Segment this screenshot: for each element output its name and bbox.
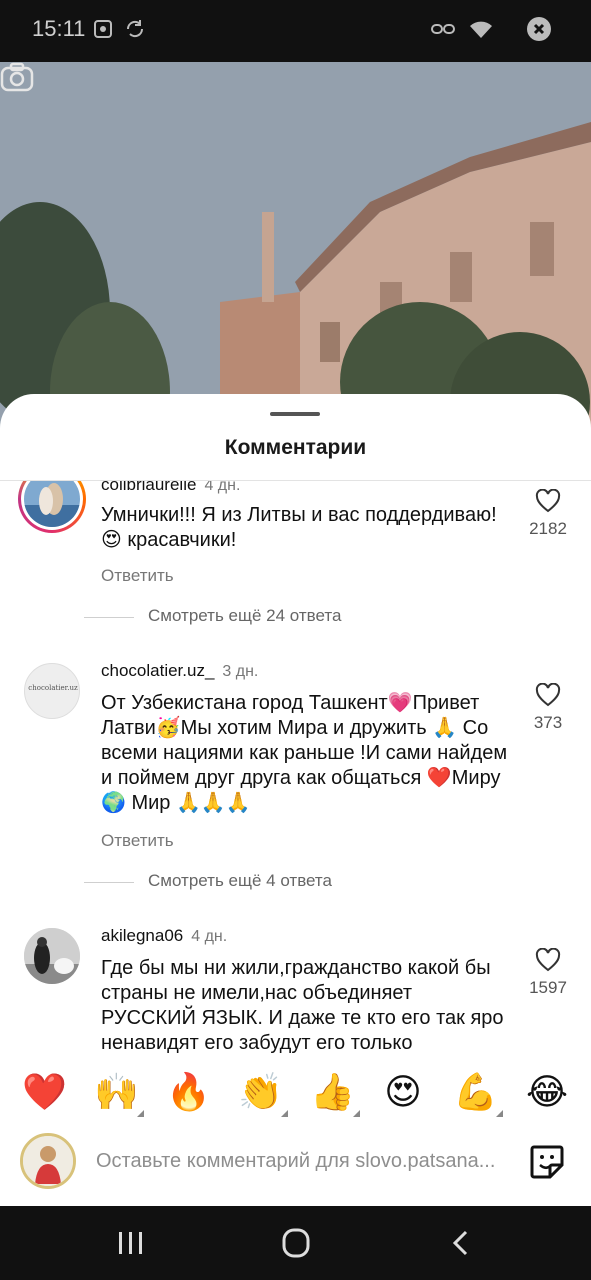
- drag-handle[interactable]: [270, 412, 320, 416]
- recent-apps-icon[interactable]: [110, 1228, 150, 1258]
- comment-username[interactable]: akilegna06 4 дн.: [101, 926, 227, 946]
- emoji-heart[interactable]: ❤️: [22, 1071, 67, 1115]
- heart-icon[interactable]: [535, 683, 561, 707]
- dnd-icon: [527, 17, 551, 41]
- emoji-flexed-biceps[interactable]: 💪: [453, 1071, 503, 1117]
- avatar-logo-text: chocolatier.uz: [28, 684, 78, 692]
- avatar[interactable]: [24, 928, 80, 984]
- sticker-icon[interactable]: [528, 1143, 566, 1181]
- emoji-clap[interactable]: 👏: [238, 1071, 288, 1117]
- like-button[interactable]: 373: [522, 683, 574, 733]
- heart-icon[interactable]: [535, 948, 561, 972]
- my-avatar: [20, 1133, 76, 1189]
- emoji-thumbs-up[interactable]: 👍: [310, 1071, 360, 1117]
- reply-button[interactable]: Ответить: [101, 566, 174, 586]
- emoji-fire[interactable]: 🔥: [166, 1071, 211, 1115]
- like-count: 373: [533, 713, 563, 732]
- link-icon: [431, 24, 455, 34]
- screenshot-icon: [94, 20, 112, 38]
- wifi-icon: [470, 21, 492, 38]
- sheet-title: Комментарии: [224, 436, 367, 459]
- story-ring[interactable]: [18, 481, 86, 533]
- comment-text: От Узбекистана город Ташкент💗Привет Латв…: [101, 692, 508, 814]
- like-count: 2182: [529, 519, 567, 538]
- sync-icon: [126, 20, 144, 38]
- view-more-replies-label[interactable]: Смотреть ещё 4 ответа: [148, 871, 332, 891]
- home-icon[interactable]: [276, 1228, 316, 1258]
- comment-username[interactable]: colibriaurelie 4 дн.: [101, 481, 240, 495]
- camera-icon[interactable]: [0, 62, 34, 92]
- comment-text: Где бы мы ни жили,гражданство какой бы с…: [101, 957, 504, 1054]
- comment-time: 4 дн.: [204, 481, 241, 494]
- comments-list[interactable]: colibriaurelie 4 дн. Умнички!!! Я из Литв…: [0, 481, 591, 1055]
- emoji-heart-eyes[interactable]: 😍: [381, 1071, 425, 1115]
- navigation-bar: [0, 1206, 591, 1280]
- emoji-bar: ❤️ 🙌 🔥 👏 👍 😍 💪 😂: [0, 1055, 591, 1123]
- comment-input[interactable]: [96, 1143, 508, 1179]
- status-time: 15:11: [32, 16, 86, 41]
- reply-line: [84, 882, 134, 883]
- heart-icon[interactable]: [535, 489, 561, 513]
- comment-time: 3 дн.: [222, 663, 259, 680]
- reply-line: [84, 617, 134, 618]
- comments-sheet: Комментарии colibriaurelie4 дн. Умнички: [0, 394, 591, 1206]
- view-more-replies-label[interactable]: Смотреть ещё 24 ответа: [148, 606, 341, 626]
- comment-text: Умнички!!! Я из Литвы и вас поддердиваю!…: [101, 504, 497, 551]
- status-bar: 15:11: [0, 0, 591, 62]
- reply-button[interactable]: Ответить: [101, 831, 174, 851]
- like-button[interactable]: 1597: [522, 948, 574, 998]
- comment-username[interactable]: chocolatier.uz_ 3 дн.: [101, 661, 258, 681]
- emoji-joy[interactable]: 😂: [525, 1071, 569, 1115]
- comment-composer: [0, 1123, 591, 1206]
- like-count: 1597: [529, 978, 567, 997]
- avatar[interactable]: chocolatier.uz: [24, 663, 80, 719]
- back-icon[interactable]: [442, 1228, 482, 1258]
- emoji-raised-hands[interactable]: 🙌: [94, 1071, 144, 1117]
- comment-time: 4 дн.: [191, 928, 228, 945]
- like-button[interactable]: 2182: [522, 489, 574, 539]
